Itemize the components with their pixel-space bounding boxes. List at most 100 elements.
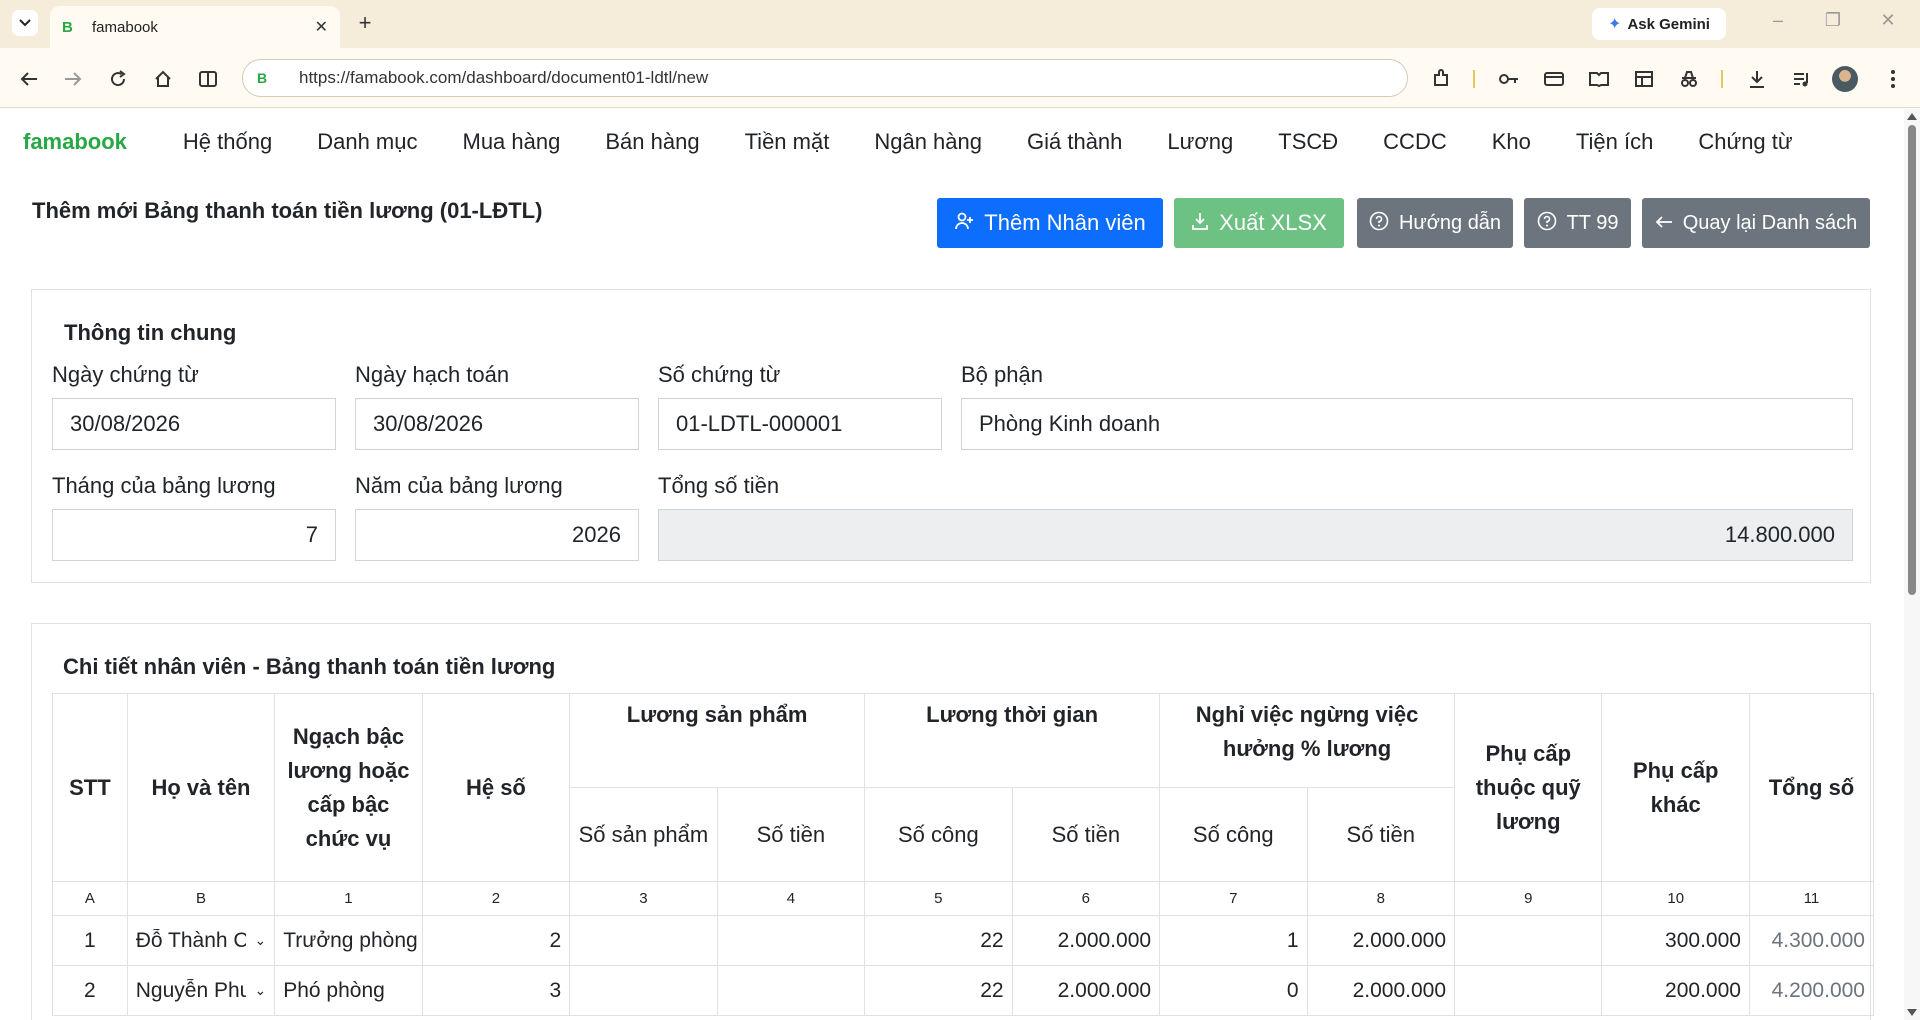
tt99-button[interactable]: TT 99 [1524, 198, 1631, 248]
scroll-up-arrow-icon[interactable] [1907, 113, 1917, 120]
coefficient-input[interactable]: 3 [421, 965, 571, 1016]
detail-title: Chi tiết nhân viên - Bảng thanh toán tiề… [63, 654, 556, 679]
new-tab-plus-icon[interactable]: + [352, 10, 378, 36]
scrollbar-thumb[interactable] [1908, 125, 1916, 595]
employee-name-select[interactable]: Đỗ Thành Công ⌄ [126, 915, 276, 966]
restore-icon[interactable]: ❐ [1818, 10, 1848, 31]
incognito-icon[interactable] [1676, 66, 1702, 92]
product-qty-input[interactable] [569, 965, 718, 1016]
page-content: famabook Hệ thống Danh mục Mua hàng Bán … [0, 109, 1904, 1020]
doc-date-input[interactable]: 30/08/2026 [52, 398, 336, 450]
address-bar[interactable]: B https://famabook.com/dashboard/documen… [242, 59, 1408, 97]
site-info-icon[interactable]: B [257, 70, 285, 86]
time-days-input[interactable]: 22 [864, 965, 1013, 1016]
split-view-icon[interactable] [195, 66, 221, 92]
tab-list-chevron-icon[interactable] [12, 10, 38, 36]
col-code: 8 [1306, 881, 1456, 916]
grade-input[interactable]: Trưởng phòng [274, 915, 423, 966]
department-input[interactable]: Phòng Kinh doanh [961, 398, 1853, 450]
profile-avatar[interactable] [1832, 66, 1858, 92]
col-header-total: Tổng số [1748, 693, 1875, 882]
menu-item-tscd[interactable]: TSCĐ [1278, 129, 1338, 155]
doc-no-input[interactable]: 01-LDTL-000001 [658, 398, 942, 450]
general-info-title: Thông tin chung [64, 320, 237, 345]
menu-item-ccdc[interactable]: CCDC [1383, 129, 1447, 155]
browser-toolbar: B https://famabook.com/dashboard/documen… [0, 48, 1920, 108]
row-total: 4.300.000 [1748, 915, 1875, 966]
question-circle-icon [1369, 211, 1389, 236]
extensions-icon[interactable] [1428, 66, 1454, 92]
payroll-year-input[interactable]: 2026 [355, 509, 639, 561]
doc-no-label: Số chứng từ [658, 362, 781, 387]
scroll-down-arrow-icon[interactable] [1907, 1009, 1917, 1016]
table-grid-icon[interactable] [1631, 66, 1657, 92]
coefficient-input[interactable]: 2 [421, 915, 571, 966]
menu-item-luong[interactable]: Lương [1167, 129, 1233, 155]
employee-name-select[interactable]: Nguyễn Phương ⌄ [126, 965, 276, 1016]
product-amount-input[interactable] [716, 915, 866, 966]
time-days-input[interactable]: 22 [864, 915, 1013, 966]
menu-item-ngan-hang[interactable]: Ngân hàng [874, 129, 982, 155]
leave-amount-input[interactable]: 2.000.000 [1306, 915, 1456, 966]
menu-item-kho[interactable]: Kho [1492, 129, 1531, 155]
col-header-product-amount: Số tiền [716, 787, 866, 882]
col-code: 6 [1011, 881, 1161, 916]
grade-input[interactable]: Phó phòng [274, 965, 423, 1016]
back-to-list-button[interactable]: Quay lại Danh sách [1642, 198, 1870, 248]
col-header-grade: Ngạch bậc lương hoặc cấp bậc chức vụ [274, 693, 423, 882]
col-code: B [126, 881, 276, 916]
menu-item-gia-thanh[interactable]: Giá thành [1027, 129, 1122, 155]
guide-button[interactable]: Hướng dẫn [1357, 198, 1513, 248]
browser-tab[interactable]: B famabook ✕ [50, 6, 340, 48]
page-scrollbar[interactable] [1904, 109, 1920, 1020]
payment-card-icon[interactable] [1541, 66, 1567, 92]
leave-days-input[interactable]: 0 [1159, 965, 1308, 1016]
guide-label: Hướng dẫn [1398, 211, 1502, 234]
media-queue-icon[interactable] [1789, 66, 1815, 92]
post-date-input[interactable]: 30/08/2026 [355, 398, 639, 450]
back-arrow-icon[interactable] [16, 66, 42, 92]
menu-item-he-thong[interactable]: Hệ thống [183, 129, 272, 155]
more-menu-icon[interactable] [1880, 66, 1906, 92]
reload-icon[interactable] [105, 66, 131, 92]
allowance-fund-input[interactable] [1454, 965, 1603, 1016]
tab-close-icon[interactable]: ✕ [315, 17, 328, 37]
export-xlsx-button[interactable]: Xuất XLSX [1174, 198, 1344, 248]
add-employee-button[interactable]: Thêm Nhân viên [937, 198, 1163, 248]
forward-arrow-icon[interactable] [60, 66, 86, 92]
product-qty-input[interactable] [569, 915, 718, 966]
add-employee-label: Thêm Nhân viên [984, 210, 1146, 235]
home-icon[interactable] [150, 66, 176, 92]
menu-item-ban-hang[interactable]: Bán hàng [605, 129, 699, 155]
minimize-icon[interactable]: – [1763, 10, 1793, 31]
menu-item-chung-tu[interactable]: Chứng từ [1698, 129, 1792, 155]
menu-item-tien-mat[interactable]: Tiền mặt [745, 129, 830, 155]
time-amount-input[interactable]: 2.000.000 [1011, 965, 1161, 1016]
window-close-icon[interactable]: ✕ [1873, 10, 1903, 31]
col-code: 1 [274, 881, 423, 916]
ask-gemini-button[interactable]: ✦ Ask Gemini [1592, 8, 1726, 40]
col-code: 11 [1748, 881, 1875, 916]
employee-detail-card: Chi tiết nhân viên - Bảng thanh toán tiề… [31, 623, 1875, 1020]
product-amount-input[interactable] [716, 965, 866, 1016]
leave-days-input[interactable]: 1 [1159, 915, 1308, 966]
leave-amount-input[interactable]: 2.000.000 [1306, 965, 1456, 1016]
reading-mode-icon[interactable] [1586, 66, 1612, 92]
col-header-product-wage: Lương sản phẩm [569, 693, 866, 788]
col-header-allowance-fund: Phụ cấp thuộc quỹ lương [1454, 693, 1603, 882]
menu-item-tien-ich[interactable]: Tiện ích [1576, 129, 1653, 155]
menu-item-danh-muc[interactable]: Danh mục [317, 129, 417, 155]
password-key-icon[interactable] [1496, 66, 1522, 92]
allowance-fund-input[interactable] [1454, 915, 1603, 966]
payroll-table-scroll[interactable]: STT Họ và tên Ngạch bậc lương hoặc cấp b… [52, 693, 1880, 1020]
payroll-month-input[interactable]: 7 [52, 509, 336, 561]
brand-logo[interactable]: famabook [23, 129, 127, 155]
allowance-other-input[interactable]: 300.000 [1601, 915, 1750, 966]
col-header-allowance-other: Phụ cấp khác [1601, 693, 1750, 882]
url-text[interactable]: https://famabook.com/dashboard/document0… [299, 68, 708, 88]
download-icon[interactable] [1744, 66, 1770, 92]
menu-item-mua-hang[interactable]: Mua hàng [463, 129, 561, 155]
time-amount-input[interactable]: 2.000.000 [1011, 915, 1161, 966]
col-header-stt: STT [52, 693, 128, 882]
allowance-other-input[interactable]: 200.000 [1601, 965, 1750, 1016]
